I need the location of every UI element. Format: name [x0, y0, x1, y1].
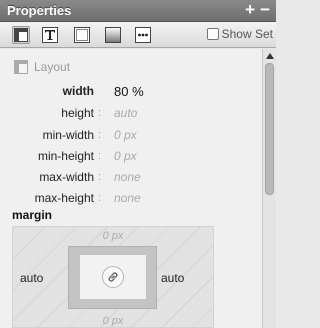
property-separator: :	[98, 129, 102, 141]
show-set-checkbox[interactable]	[206, 28, 219, 40]
scroll-thumb[interactable]	[265, 63, 274, 195]
property-value[interactable]: none	[114, 170, 141, 184]
category-toolbar: Show Set	[0, 22, 276, 48]
show-set-toggle[interactable]: Show Set	[206, 27, 273, 41]
remove-icon[interactable]: −	[260, 1, 270, 19]
panel-header: Properties + −	[0, 0, 276, 22]
property-label: min-width	[42, 128, 94, 142]
show-set-label: Show Set	[221, 27, 273, 41]
panel-title: Properties	[7, 3, 72, 18]
text-icon	[42, 27, 58, 43]
tab-text[interactable]	[41, 26, 59, 44]
property-label: max-height	[34, 191, 94, 205]
property-label: width	[62, 84, 94, 98]
margin-bottom-value[interactable]: 0 px	[13, 315, 213, 327]
property-row-max-height[interactable]: max-height : none	[0, 188, 262, 208]
property-label: max-width	[39, 170, 94, 184]
property-value[interactable]: 0 px	[114, 149, 137, 163]
layout-section-icon	[14, 60, 28, 74]
background-icon	[105, 27, 121, 43]
property-row-max-width[interactable]: max-width : none	[0, 167, 262, 187]
tab-more[interactable]	[134, 26, 152, 44]
margin-title: margin	[12, 208, 53, 222]
scroll-up-arrow-icon[interactable]	[266, 53, 274, 59]
layout-section-title: Layout	[34, 60, 71, 74]
margin-box-frame	[68, 246, 157, 309]
property-row-min-height[interactable]: min-height : 0 px	[0, 146, 262, 166]
vertical-scrollbar[interactable]	[262, 49, 276, 328]
more-icon	[135, 27, 151, 43]
layout-icon	[14, 28, 28, 42]
property-label: min-height	[37, 149, 94, 163]
margin-right-value[interactable]: auto	[161, 271, 184, 285]
property-value[interactable]: 0 px	[114, 128, 137, 142]
tab-background[interactable]	[104, 26, 122, 44]
property-separator: :	[98, 150, 102, 162]
panel-actions: + −	[245, 1, 270, 19]
property-row-height[interactable]: height : auto	[0, 103, 262, 123]
property-separator: :	[98, 107, 102, 119]
link-margins-button[interactable]	[102, 266, 124, 288]
property-row-min-width[interactable]: min-width : 0 px	[0, 125, 262, 145]
property-value[interactable]: none	[114, 191, 141, 205]
property-separator: :	[98, 171, 102, 183]
tab-border[interactable]	[73, 26, 91, 44]
properties-content: Layout width 80 % height : auto min-widt…	[0, 49, 262, 328]
tab-layout[interactable]	[12, 26, 30, 44]
margin-box-editor: 0 px auto auto 0 px	[12, 226, 214, 328]
property-label: height	[61, 106, 94, 120]
property-value[interactable]: 80 %	[114, 84, 144, 99]
property-row-width[interactable]: width 80 %	[0, 81, 262, 101]
layout-section-header[interactable]: Layout	[14, 60, 70, 74]
property-separator: :	[98, 192, 102, 204]
property-value[interactable]: auto	[114, 106, 137, 120]
add-icon[interactable]: +	[245, 1, 255, 19]
element-box	[80, 255, 146, 299]
margin-top-value[interactable]: 0 px	[13, 230, 213, 242]
link-icon	[108, 272, 118, 282]
margin-left-value[interactable]: auto	[20, 271, 43, 285]
border-icon	[74, 27, 90, 43]
